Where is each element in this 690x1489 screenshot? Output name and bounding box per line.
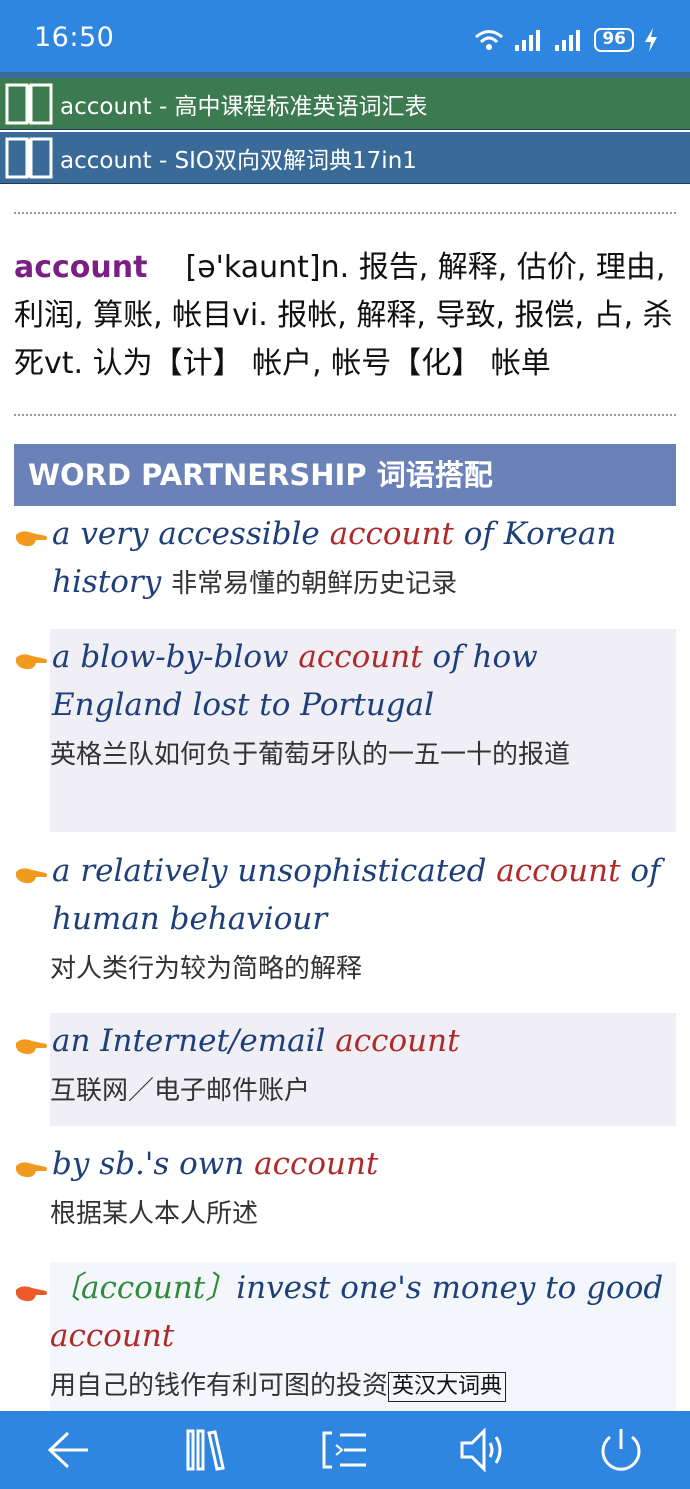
dictionary-entry: account [ə'kaunt]n. 报告, 解释, 估价, 理由, 利润, 算… bbox=[14, 244, 674, 388]
example-chinese: 英格兰队如何负于葡萄牙队的一五一十的报道 bbox=[50, 740, 571, 770]
example-english: 〔account〕invest one's money to good acco… bbox=[50, 1270, 664, 1354]
example-english: a very accessible account of Korean hist… bbox=[52, 516, 617, 600]
pointing-hand-icon bbox=[16, 868, 47, 884]
section-title: WORD PARTNERSHIP 词语搭配 bbox=[14, 444, 676, 506]
source-label: account - 高中课程标准英语词汇表 bbox=[60, 93, 428, 120]
example-english: a blow-by-blow account of how England lo… bbox=[52, 639, 538, 723]
book-icon bbox=[4, 82, 54, 126]
example-chinese: 根据某人本人所述 bbox=[50, 1199, 259, 1229]
example-chinese: 互联网／电子邮件账户 bbox=[50, 1076, 311, 1106]
charging-icon bbox=[644, 28, 658, 52]
list-item[interactable]: a relatively unsophisticated account of … bbox=[50, 847, 676, 997]
power-icon[interactable] bbox=[596, 1425, 646, 1475]
source-bar-1[interactable]: account - 高中课程标准英语词汇表 bbox=[0, 78, 690, 130]
back-arrow-icon[interactable] bbox=[44, 1425, 94, 1475]
list-item[interactable]: a blow-by-blow account of how England lo… bbox=[50, 629, 676, 832]
signal-icon bbox=[514, 28, 544, 52]
source-badge[interactable]: 英汉大词典 bbox=[388, 1371, 507, 1402]
status-icons: 96 bbox=[474, 22, 658, 58]
speaker-icon[interactable] bbox=[458, 1425, 508, 1475]
example-chinese: 非常易懂的朝鲜历史记录 bbox=[171, 569, 458, 599]
list-icon[interactable] bbox=[320, 1425, 370, 1475]
signal-icon bbox=[554, 28, 584, 52]
clock: 16:50 bbox=[34, 22, 115, 53]
pointing-hand-icon bbox=[16, 1039, 47, 1055]
bottom-nav bbox=[0, 1411, 690, 1489]
example-english: by sb.'s own account bbox=[52, 1146, 379, 1182]
divider bbox=[14, 212, 676, 214]
source-label: account - SIO双向双解词典17in1 bbox=[60, 147, 417, 174]
pointing-hand-icon bbox=[16, 654, 47, 670]
library-icon[interactable] bbox=[182, 1425, 232, 1475]
status-bar: 16:50 96 bbox=[0, 0, 690, 75]
battery-indicator: 96 bbox=[594, 28, 634, 52]
example-chinese: 对人类行为较为简略的解释 bbox=[50, 954, 363, 984]
list-item[interactable]: 〔account〕invest one's money to good acco… bbox=[50, 1262, 676, 1411]
pointing-hand-icon bbox=[16, 1162, 47, 1178]
list-item[interactable]: a very accessible account of Korean hist… bbox=[50, 510, 676, 610]
idiom-tag: 〔account〕 bbox=[50, 1270, 237, 1306]
pointing-hand-icon bbox=[16, 531, 47, 547]
wifi-icon bbox=[474, 28, 504, 52]
example-chinese-row: 用自己的钱作有利可图的投资 英汉大词典 bbox=[50, 1360, 676, 1412]
headword: account bbox=[14, 250, 148, 285]
example-english: an Internet/email account bbox=[52, 1023, 460, 1059]
example-chinese: 用自己的钱作有利可图的投资 bbox=[50, 1371, 389, 1401]
source-bar-2[interactable]: account - SIO双向双解词典17in1 bbox=[0, 132, 690, 184]
book-icon bbox=[4, 136, 54, 180]
divider bbox=[14, 414, 676, 416]
list-item[interactable]: an Internet/email account 互联网／电子邮件账户 bbox=[50, 1013, 676, 1126]
example-english: a relatively unsophisticated account of … bbox=[52, 853, 661, 937]
pointing-hand-icon bbox=[16, 1286, 47, 1302]
list-item[interactable]: by sb.'s own account 根据某人本人所述 bbox=[50, 1140, 676, 1250]
